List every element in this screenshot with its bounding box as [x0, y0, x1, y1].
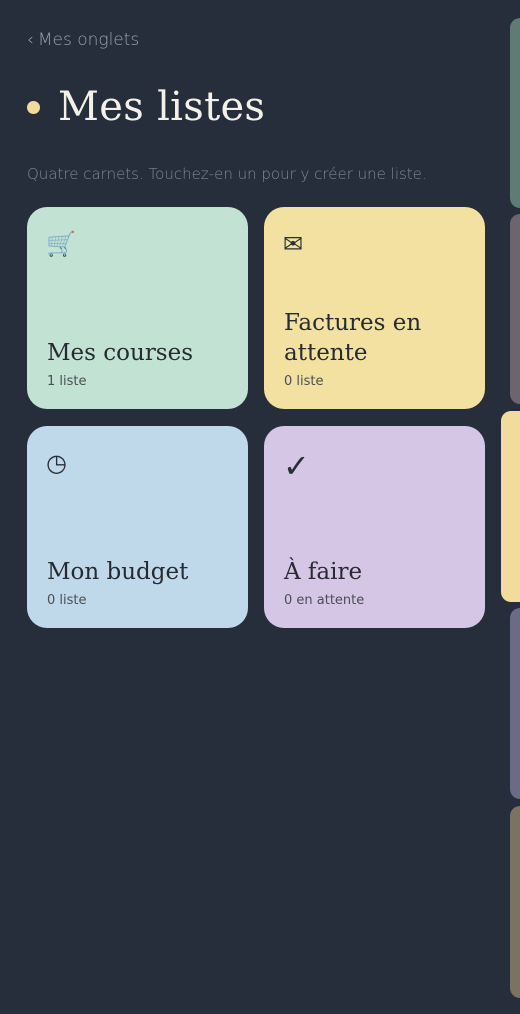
notebook-card-title: À faire — [284, 559, 363, 585]
page-subtitle: Quatre carnets. Touchez-en un pour y cré… — [27, 165, 427, 183]
checkmark-icon: ✓ — [283, 448, 310, 484]
envelope-icon: ✉ — [283, 231, 304, 258]
notebook-card-a-faire[interactable]: ✓ À faire 0 en attente — [264, 426, 485, 628]
side-tab-3-active[interactable] — [501, 411, 520, 602]
clock-icon: ◷ — [46, 450, 67, 477]
side-tab-1[interactable] — [510, 18, 520, 208]
notebook-card-count: 0 liste — [47, 593, 87, 608]
back-link-label: Mes onglets — [37, 30, 140, 50]
notebook-card-title: Mon budget — [47, 559, 189, 585]
notebook-card-title: Factures en attente — [284, 310, 422, 366]
notebook-card-count: 0 en attente — [284, 593, 365, 608]
notebook-card-title: Mes courses — [47, 340, 194, 366]
back-link[interactable]: ‹ Mes onglets — [27, 30, 139, 50]
notebook-grid: 🛒 Mes courses 1 liste ✉ Factures en atte… — [27, 207, 485, 628]
notebook-card-factures[interactable]: ✉ Factures en attente 0 liste — [264, 207, 485, 409]
side-tab-2[interactable] — [510, 214, 520, 404]
title-dot-icon — [27, 100, 40, 114]
notebook-card-courses[interactable]: 🛒 Mes courses 1 liste — [27, 207, 248, 409]
notebook-card-count: 1 liste — [47, 374, 87, 389]
page-header: Mes listes — [27, 84, 265, 130]
shopping-cart-icon: 🛒 — [46, 231, 76, 258]
notebook-card-count: 0 liste — [284, 374, 324, 389]
notebook-card-budget[interactable]: ◷ Mon budget 0 liste — [27, 426, 248, 628]
side-tab-4[interactable] — [510, 608, 520, 799]
page-title: Mes listes — [58, 84, 266, 130]
side-tab-5[interactable] — [510, 806, 520, 998]
chevron-left-icon: ‹ — [27, 30, 34, 50]
